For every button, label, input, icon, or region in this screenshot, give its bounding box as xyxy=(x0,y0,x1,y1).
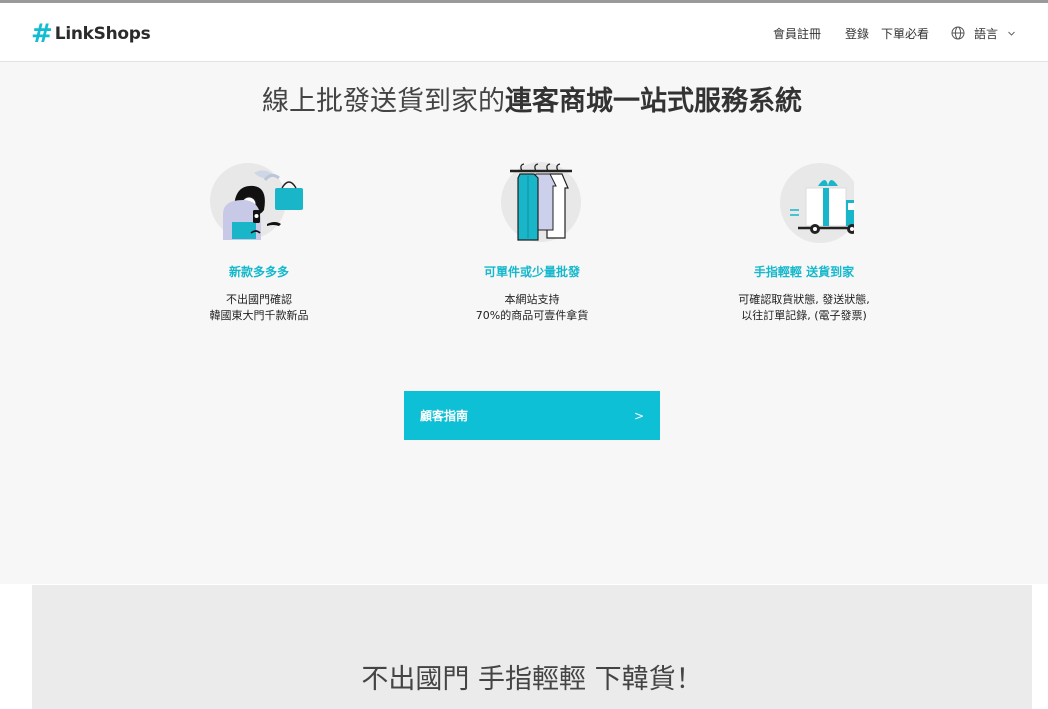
delivery-truck-illustration-icon xyxy=(780,163,854,243)
chevron-down-icon xyxy=(1008,31,1015,36)
language-label: 語言 xyxy=(974,26,999,41)
logo-text: LinkShops xyxy=(54,24,151,44)
intro-section-title: 不出國門 手指輕輕 下韓貨！ xyxy=(361,664,703,695)
language-selector[interactable]: 語言 xyxy=(951,24,1016,42)
feature-title: 手指輕輕 送貨到家 xyxy=(753,265,855,279)
customer-guide-button[interactable]: 顧客指南 > xyxy=(404,391,660,440)
feature-new-arrivals: 新款多多多 不出國門確認 韓國東大門千款新品 xyxy=(139,160,379,324)
feature-description: 不出國門確認 韓國東大門千款新品 xyxy=(209,293,309,322)
feature-title: 新款多多多 xyxy=(228,265,289,279)
nav-order-guide-link[interactable]: 下單必看 xyxy=(881,24,929,42)
nav-login-link[interactable]: 登錄 xyxy=(845,24,869,42)
customer-guide-label: 顧客指南 xyxy=(420,409,469,423)
shopper-illustration-icon xyxy=(210,163,303,240)
feature-description: 可確認取貨狀態, 發送狀態, 以往訂單記錄, (電子發票) xyxy=(738,293,870,322)
hero-title: 線上批發送貨到家的連客商城一站式服務系統 xyxy=(0,84,1048,120)
feature-delivery: 手指輕輕 送貨到家 可確認取貨狀態, 發送狀態, 以往訂單記錄, (電子發票) xyxy=(684,160,924,324)
logo-hash-icon: # xyxy=(31,19,53,49)
globe-icon xyxy=(951,26,965,40)
hero-title-strong: 連客商城一站式服務系統 xyxy=(505,86,802,117)
linkshops-logo[interactable]: # LinkShops xyxy=(31,19,151,49)
feature-title: 可單件或少量批發 xyxy=(483,265,580,279)
intro-section: 不出國門 手指輕輕 下韓貨！ xyxy=(32,585,1032,709)
site-header: # LinkShops 會員註冊 登錄 下單必看 語言 xyxy=(0,3,1048,62)
clothes-rack-illustration-icon xyxy=(501,162,581,242)
feature-small-wholesale: 可單件或少量批發 本網站支持 70%的商品可壹件拿貨 xyxy=(412,160,652,324)
arrow-right-icon: > xyxy=(633,408,644,423)
hero-title-normal: 線上批發送貨到家的 xyxy=(262,86,505,117)
feature-description: 本網站支持 70%的商品可壹件拿貨 xyxy=(475,293,589,322)
nav-register-link[interactable]: 會員註冊 xyxy=(773,24,821,42)
